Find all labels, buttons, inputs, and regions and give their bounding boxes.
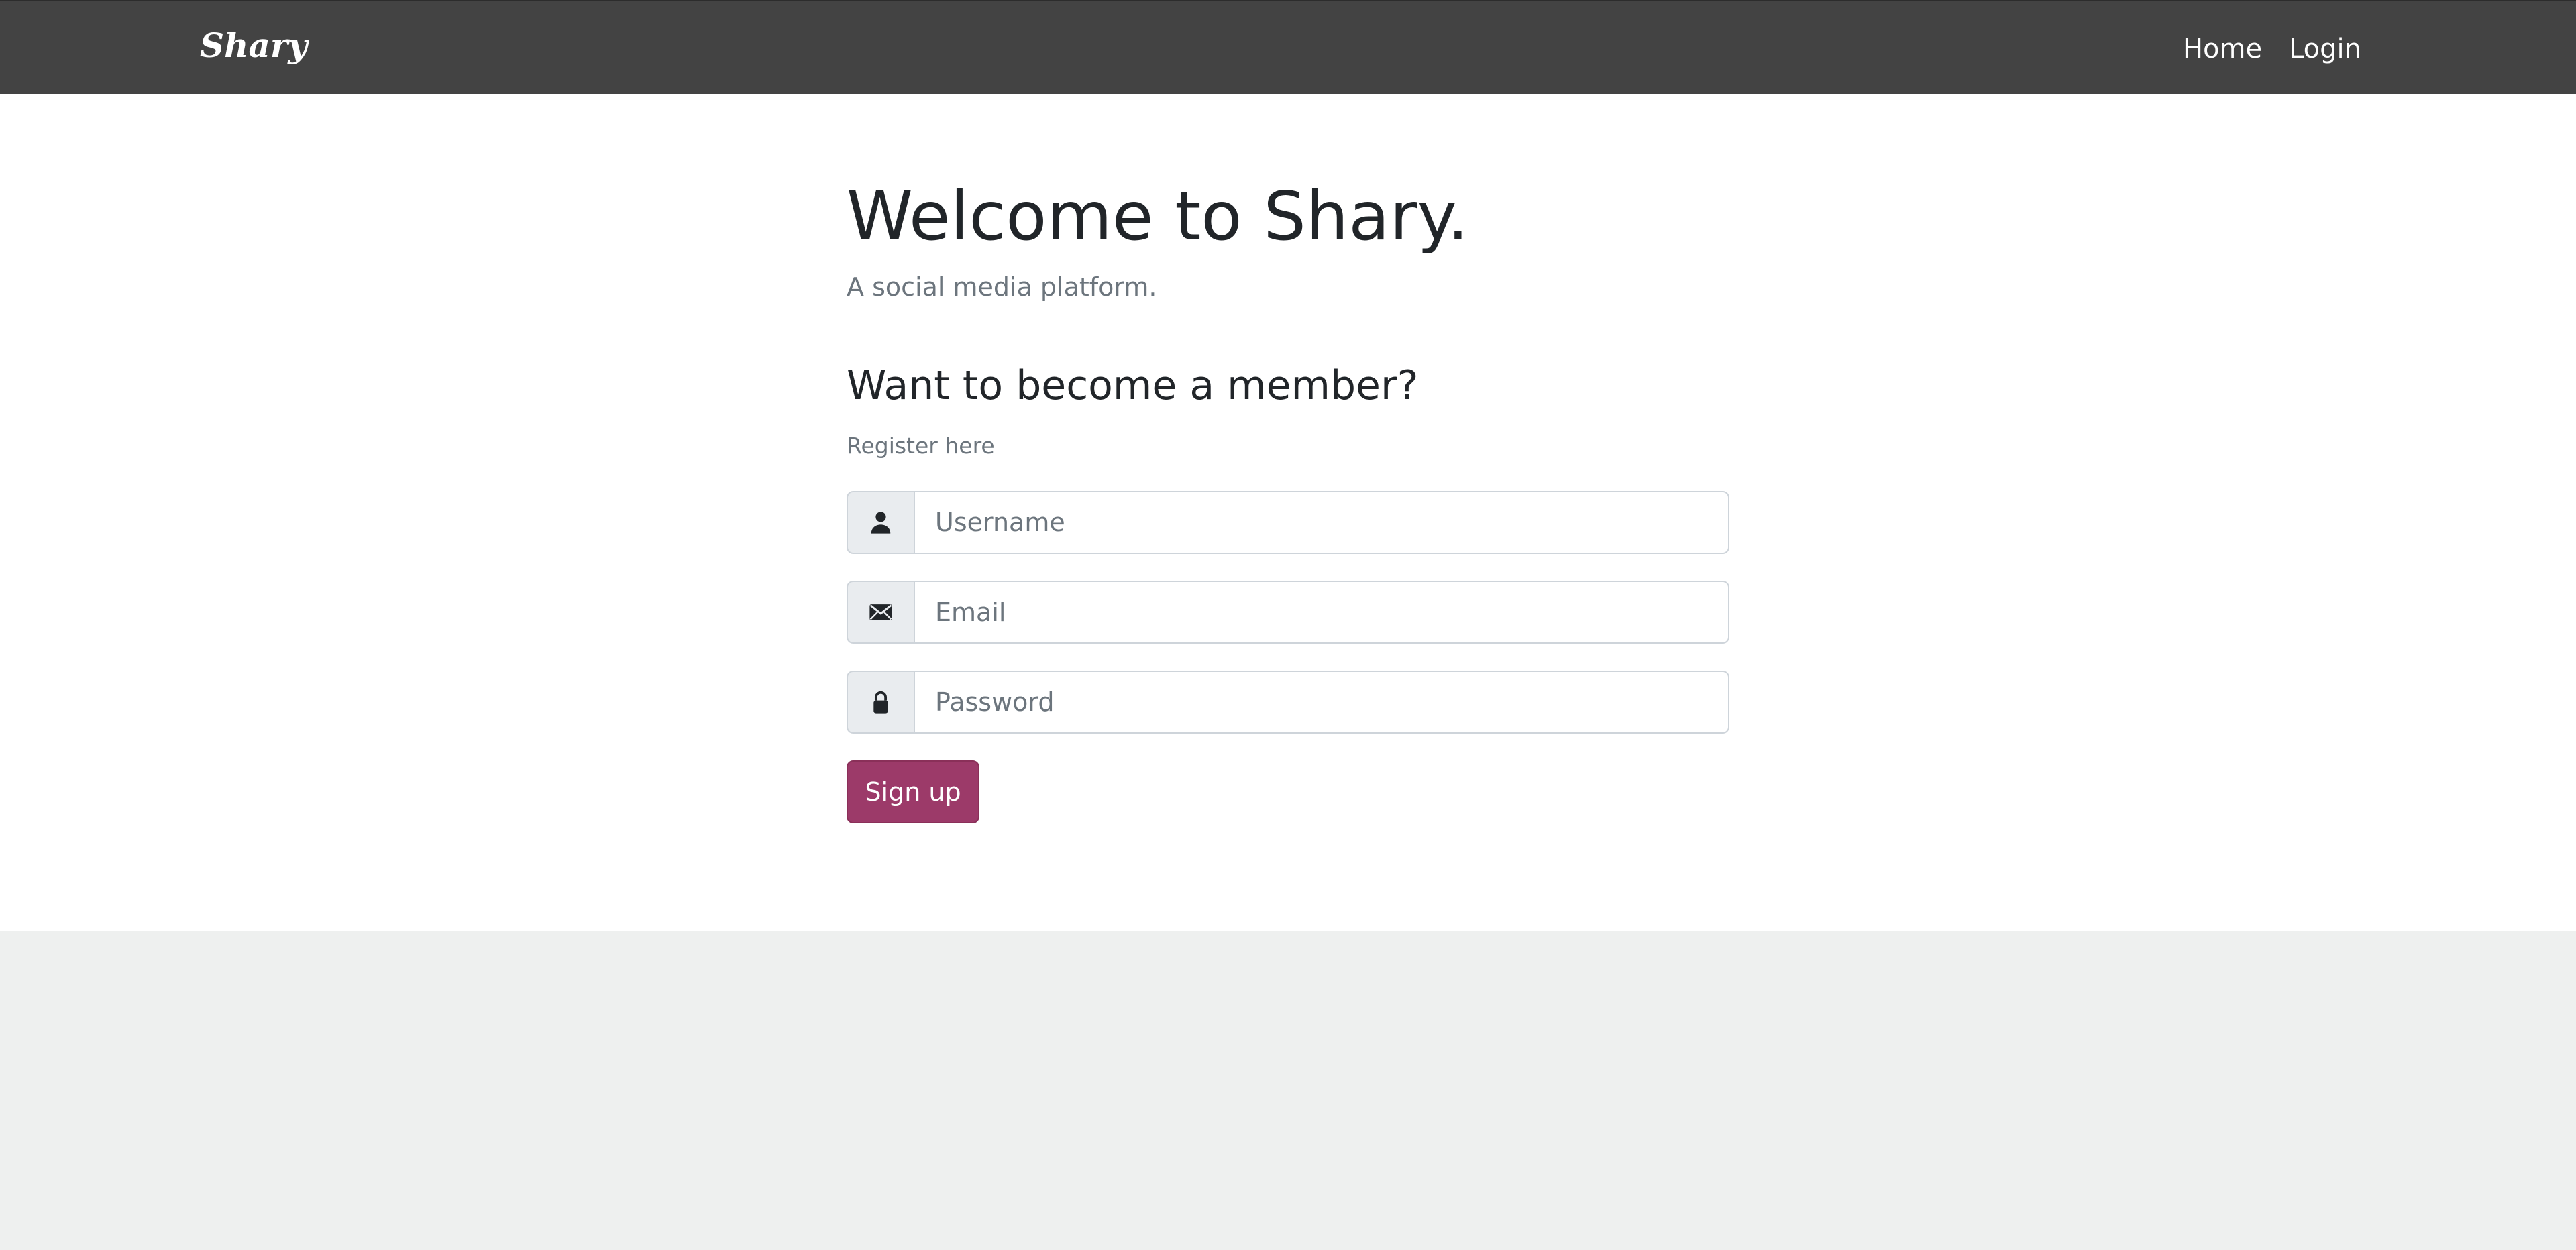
- register-hint: Register here: [847, 433, 995, 459]
- nav-links: Home Login: [2183, 32, 2361, 66]
- user-icon: [847, 491, 914, 554]
- lock-icon: [847, 671, 914, 734]
- brand-logo[interactable]: Shary: [200, 25, 307, 65]
- email-input[interactable]: [914, 581, 1729, 644]
- email-input-group: [847, 581, 1729, 644]
- register-heading: Want to become a member?: [847, 362, 1419, 409]
- page-title: Welcome to Shary.: [847, 177, 1469, 255]
- page-subtitle: A social media platform.: [847, 272, 1157, 302]
- envelope-icon: [847, 581, 914, 644]
- nav-link-login[interactable]: Login: [2289, 32, 2361, 66]
- username-input-group: [847, 491, 1729, 554]
- main-content: Welcome to Shary. A social media platfor…: [0, 94, 2576, 931]
- nav-link-home[interactable]: Home: [2183, 32, 2262, 66]
- signup-button[interactable]: Sign up: [847, 760, 979, 823]
- top-navbar: Shary Home Login: [0, 0, 2576, 94]
- footer-area: [0, 931, 2576, 1250]
- password-input[interactable]: [914, 671, 1729, 734]
- username-input[interactable]: [914, 491, 1729, 554]
- password-input-group: [847, 671, 1729, 734]
